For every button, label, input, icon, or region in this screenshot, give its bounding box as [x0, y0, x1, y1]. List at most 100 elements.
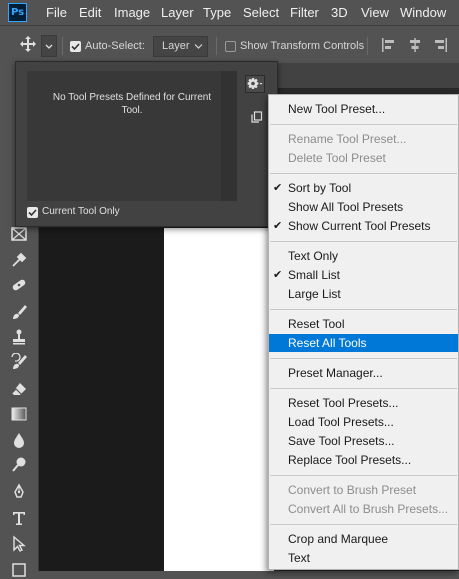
menu-item-delete-tool-preset: Delete Tool Preset: [269, 149, 458, 167]
menu-separator: [270, 173, 457, 174]
menu-separator: [270, 524, 457, 525]
menu-item-label: Text Only: [288, 249, 339, 263]
panel-menu-button[interactable]: [245, 75, 265, 93]
checkmark-icon: ✔: [273, 182, 283, 194]
menu-item-label: Convert All to Brush Presets...: [288, 502, 449, 516]
tool-presets-list[interactable]: No Tool Presets Defined for Current Tool…: [27, 71, 237, 201]
current-tool-only-label: Current Tool Only: [42, 206, 120, 217]
menu-item-reset-tool-presets[interactable]: Reset Tool Presets...: [269, 394, 458, 412]
menu-item-preset-manager[interactable]: Preset Manager...: [269, 364, 458, 382]
align-horizontal-centers-icon[interactable]: [408, 38, 422, 52]
tool-presets-scrollbar[interactable]: [221, 71, 237, 201]
checkmark-icon: ✔: [273, 220, 283, 232]
menu-item-crop-and-marquee[interactable]: Crop and Marquee: [269, 530, 458, 548]
menu-separator: [270, 475, 457, 476]
gear-icon: [247, 78, 263, 89]
menu-select[interactable]: Select: [243, 5, 279, 20]
chevron-down-icon: [194, 44, 203, 49]
tool-presets-panel: No Tool Presets Defined for Current Tool…: [15, 61, 278, 227]
menu-layer[interactable]: Layer: [161, 5, 194, 20]
menu-item-save-tool-presets[interactable]: Save Tool Presets...: [269, 432, 458, 450]
divider: [367, 37, 368, 55]
align-left-edges-icon[interactable]: [381, 38, 395, 52]
move-tool-icon[interactable]: [19, 35, 37, 53]
menu-view[interactable]: View: [361, 5, 389, 20]
photoshop-logo-icon[interactable]: Ps: [8, 3, 27, 22]
history-brush-tool-icon[interactable]: [10, 353, 28, 371]
menu-file[interactable]: File: [46, 5, 67, 20]
brush-tool-icon[interactable]: [10, 303, 28, 321]
menu-item-label: Rename Tool Preset...: [288, 132, 407, 146]
menu-separator: [270, 124, 457, 125]
menu-item-reset-all-tools[interactable]: Reset All Tools: [269, 334, 458, 352]
menu-item-label: Save Tool Presets...: [288, 434, 395, 448]
document-canvas-dark[interactable]: [39, 228, 164, 571]
menu-item-new-tool-preset[interactable]: New Tool Preset...: [269, 100, 458, 118]
show-transform-controls-label: Show Transform Controls: [240, 40, 365, 52]
menu-item-label: Sort by Tool: [288, 181, 352, 195]
menu-item-label: Show Current Tool Presets: [288, 219, 431, 233]
document-canvas[interactable]: [164, 228, 274, 571]
menu-item-label: Reset Tool: [288, 317, 345, 331]
eraser-tool-icon[interactable]: [10, 380, 28, 398]
menu-item-text-only[interactable]: Text Only: [269, 247, 458, 265]
menu-item-sort-by-tool[interactable]: ✔ Sort by Tool: [269, 179, 458, 197]
menu-separator: [270, 241, 457, 242]
dodge-tool-icon[interactable]: [10, 456, 28, 474]
blur-tool-icon[interactable]: [10, 431, 28, 449]
menu-item-label: Large List: [288, 287, 341, 301]
menu-item-label: Crop and Marquee: [288, 532, 389, 546]
healing-brush-tool-icon[interactable]: [10, 276, 28, 294]
menu-item-text[interactable]: Text: [269, 549, 458, 567]
eyedropper-tool-icon[interactable]: [10, 251, 28, 269]
current-tool-only-checkbox[interactable]: [27, 207, 38, 218]
menu-type[interactable]: Type: [203, 5, 231, 20]
auto-select-target-value: Layer: [162, 40, 190, 52]
menu-item-rename-tool-preset: Rename Tool Preset...: [269, 130, 458, 148]
checkmark-icon: [71, 43, 80, 51]
menu-window[interactable]: Window: [400, 5, 446, 20]
show-transform-controls-checkbox[interactable]: [225, 41, 236, 52]
tool-preset-picker[interactable]: [41, 35, 57, 57]
menu-item-label: Replace Tool Presets...: [288, 453, 412, 467]
menu-separator: [270, 388, 457, 389]
create-new-preset-icon[interactable]: [251, 111, 263, 123]
menu-edit[interactable]: Edit: [79, 5, 101, 20]
menu-item-label: Small List: [288, 268, 341, 282]
menu-item-label: Reset All Tools: [288, 336, 367, 350]
checkmark-icon: ✔: [273, 269, 283, 281]
frame-tool-icon[interactable]: [10, 225, 28, 243]
menu-item-convert-to-brush-preset: Convert to Brush Preset: [269, 481, 458, 499]
menu-item-label: Convert to Brush Preset: [288, 483, 417, 497]
menu-image[interactable]: Image: [114, 5, 150, 20]
menu-item-show-all-tool-presets[interactable]: Show All Tool Presets: [269, 198, 458, 216]
type-tool-icon[interactable]: [10, 509, 28, 527]
menu-item-show-current-tool-presets[interactable]: ✔ Show Current Tool Presets: [269, 217, 458, 235]
auto-select-label: Auto-Select:: [85, 40, 145, 52]
path-selection-tool-icon[interactable]: [10, 535, 28, 553]
menu-item-label: Reset Tool Presets...: [288, 396, 399, 410]
menu-3d[interactable]: 3D: [331, 5, 348, 20]
menu-separator: [270, 358, 457, 359]
menu-bar: Ps File Edit Image Layer Type Select Fil…: [0, 0, 459, 25]
menu-item-large-list[interactable]: Large List: [269, 285, 458, 303]
menu-item-reset-tool[interactable]: Reset Tool: [269, 315, 458, 333]
menu-item-load-tool-presets[interactable]: Load Tool Presets...: [269, 413, 458, 431]
checkmark-icon: [28, 209, 37, 217]
menu-item-convert-all-to-brush-presets: Convert All to Brush Presets...: [269, 500, 458, 518]
clone-stamp-tool-icon[interactable]: [10, 328, 28, 346]
menu-item-replace-tool-presets[interactable]: Replace Tool Presets...: [269, 451, 458, 469]
auto-select-target-dropdown[interactable]: Layer: [153, 36, 208, 57]
menu-item-label: Show All Tool Presets: [288, 200, 404, 214]
divider: [216, 37, 217, 55]
divider: [62, 37, 63, 55]
chevron-down-icon: [45, 44, 53, 49]
options-bar: Auto-Select: Layer Show Transform Contro…: [0, 25, 459, 64]
gradient-tool-icon[interactable]: [10, 405, 28, 423]
menu-filter[interactable]: Filter: [290, 5, 319, 20]
auto-select-checkbox[interactable]: [70, 41, 81, 52]
rectangle-tool-icon[interactable]: [10, 561, 28, 579]
align-right-edges-icon[interactable]: [434, 38, 448, 52]
pen-tool-icon[interactable]: [10, 483, 28, 501]
menu-item-small-list[interactable]: ✔ Small List: [269, 266, 458, 284]
